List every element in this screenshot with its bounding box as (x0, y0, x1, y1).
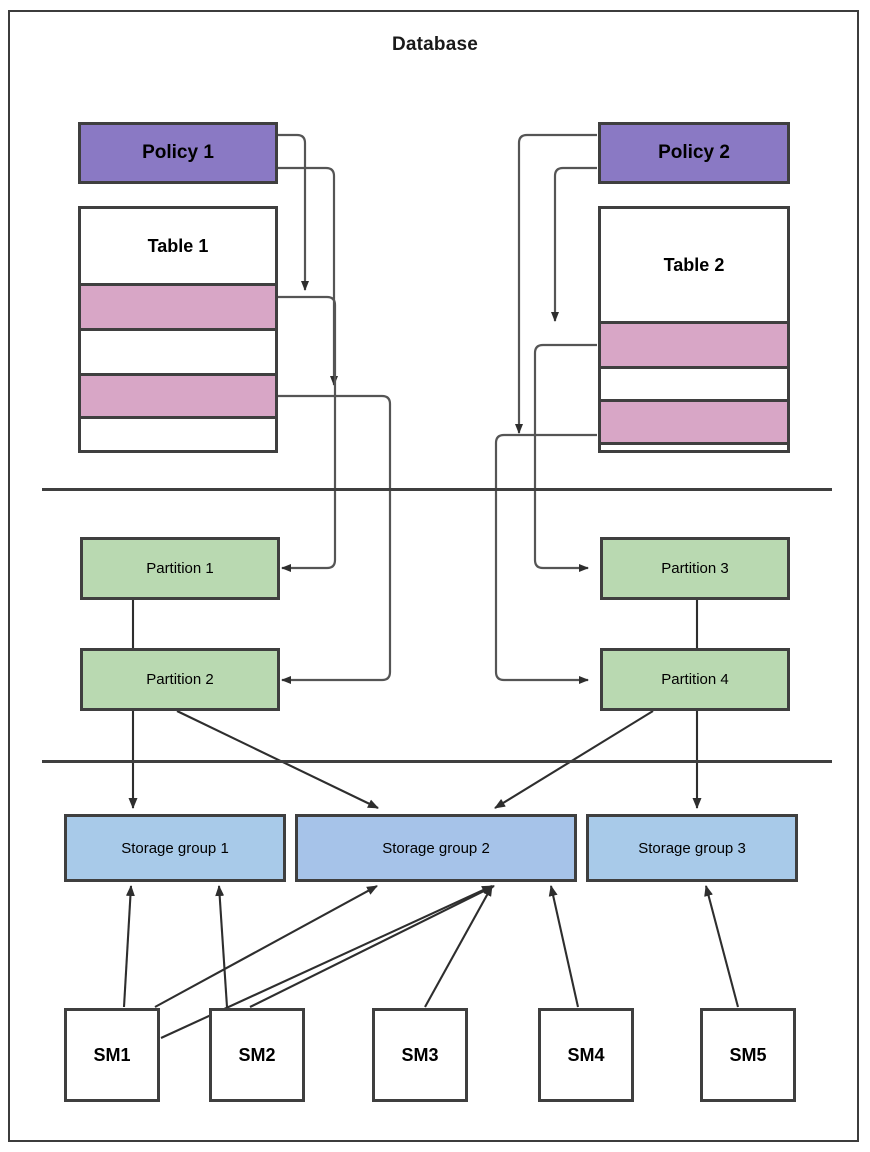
partition-4-label: Partition 4 (661, 671, 729, 688)
storage-module-sm3-label: SM3 (401, 1044, 439, 1065)
storage-module-sm4-box[interactable]: SM4 (538, 1008, 634, 1102)
table-2-row-2[interactable] (601, 366, 787, 399)
partition-3-label: Partition 3 (661, 560, 729, 577)
diagram-canvas: Database Policy 1 Policy 2 Table 1 Table… (0, 0, 870, 1152)
partition-4-box[interactable]: Partition 4 (600, 648, 790, 711)
storage-module-sm2-label: SM2 (238, 1044, 276, 1065)
storage-group-3-label: Storage group 3 (638, 839, 746, 857)
separator-partition-storage (42, 760, 832, 763)
policy-1-label: Policy 1 (142, 142, 214, 163)
storage-module-sm1-box[interactable]: SM1 (64, 1008, 160, 1102)
table-1-row-2[interactable] (81, 328, 275, 373)
table-1[interactable]: Table 1 (78, 206, 278, 453)
table-2-row-3[interactable] (601, 399, 787, 442)
storage-group-2-box[interactable]: Storage group 2 (295, 814, 577, 882)
partition-1-label: Partition 1 (146, 560, 214, 577)
partition-2-box[interactable]: Partition 2 (80, 648, 280, 711)
table-1-row-1[interactable] (81, 283, 275, 328)
storage-module-sm3-box[interactable]: SM3 (372, 1008, 468, 1102)
table-2-row-4[interactable] (601, 442, 787, 450)
partition-1-box[interactable]: Partition 1 (80, 537, 280, 600)
partition-3-box[interactable]: Partition 3 (600, 537, 790, 600)
storage-group-1-label: Storage group 1 (121, 839, 229, 857)
partition-2-label: Partition 2 (146, 671, 214, 688)
storage-module-sm1-label: SM1 (93, 1044, 131, 1065)
table-1-label: Table 1 (147, 235, 209, 256)
storage-module-sm4-label: SM4 (567, 1044, 605, 1065)
table-2-label: Table 2 (663, 254, 725, 275)
policy-2-label: Policy 2 (658, 142, 730, 163)
storage-group-1-box[interactable]: Storage group 1 (64, 814, 286, 882)
storage-module-sm5-label: SM5 (729, 1044, 767, 1065)
storage-module-sm5-box[interactable]: SM5 (700, 1008, 796, 1102)
storage-group-2-label: Storage group 2 (382, 839, 490, 857)
diagram-title: Database (391, 34, 479, 55)
table-2-header: Table 2 (601, 209, 787, 321)
separator-logical-physical (42, 488, 832, 491)
storage-module-sm2-box[interactable]: SM2 (209, 1008, 305, 1102)
table-1-header: Table 1 (81, 209, 275, 283)
policy-2-box[interactable]: Policy 2 (598, 122, 790, 184)
table-2[interactable]: Table 2 (598, 206, 790, 453)
table-1-row-3[interactable] (81, 373, 275, 416)
storage-group-3-box[interactable]: Storage group 3 (586, 814, 798, 882)
table-2-row-1[interactable] (601, 321, 787, 366)
table-1-row-4[interactable] (81, 416, 275, 450)
policy-1-box[interactable]: Policy 1 (78, 122, 278, 184)
